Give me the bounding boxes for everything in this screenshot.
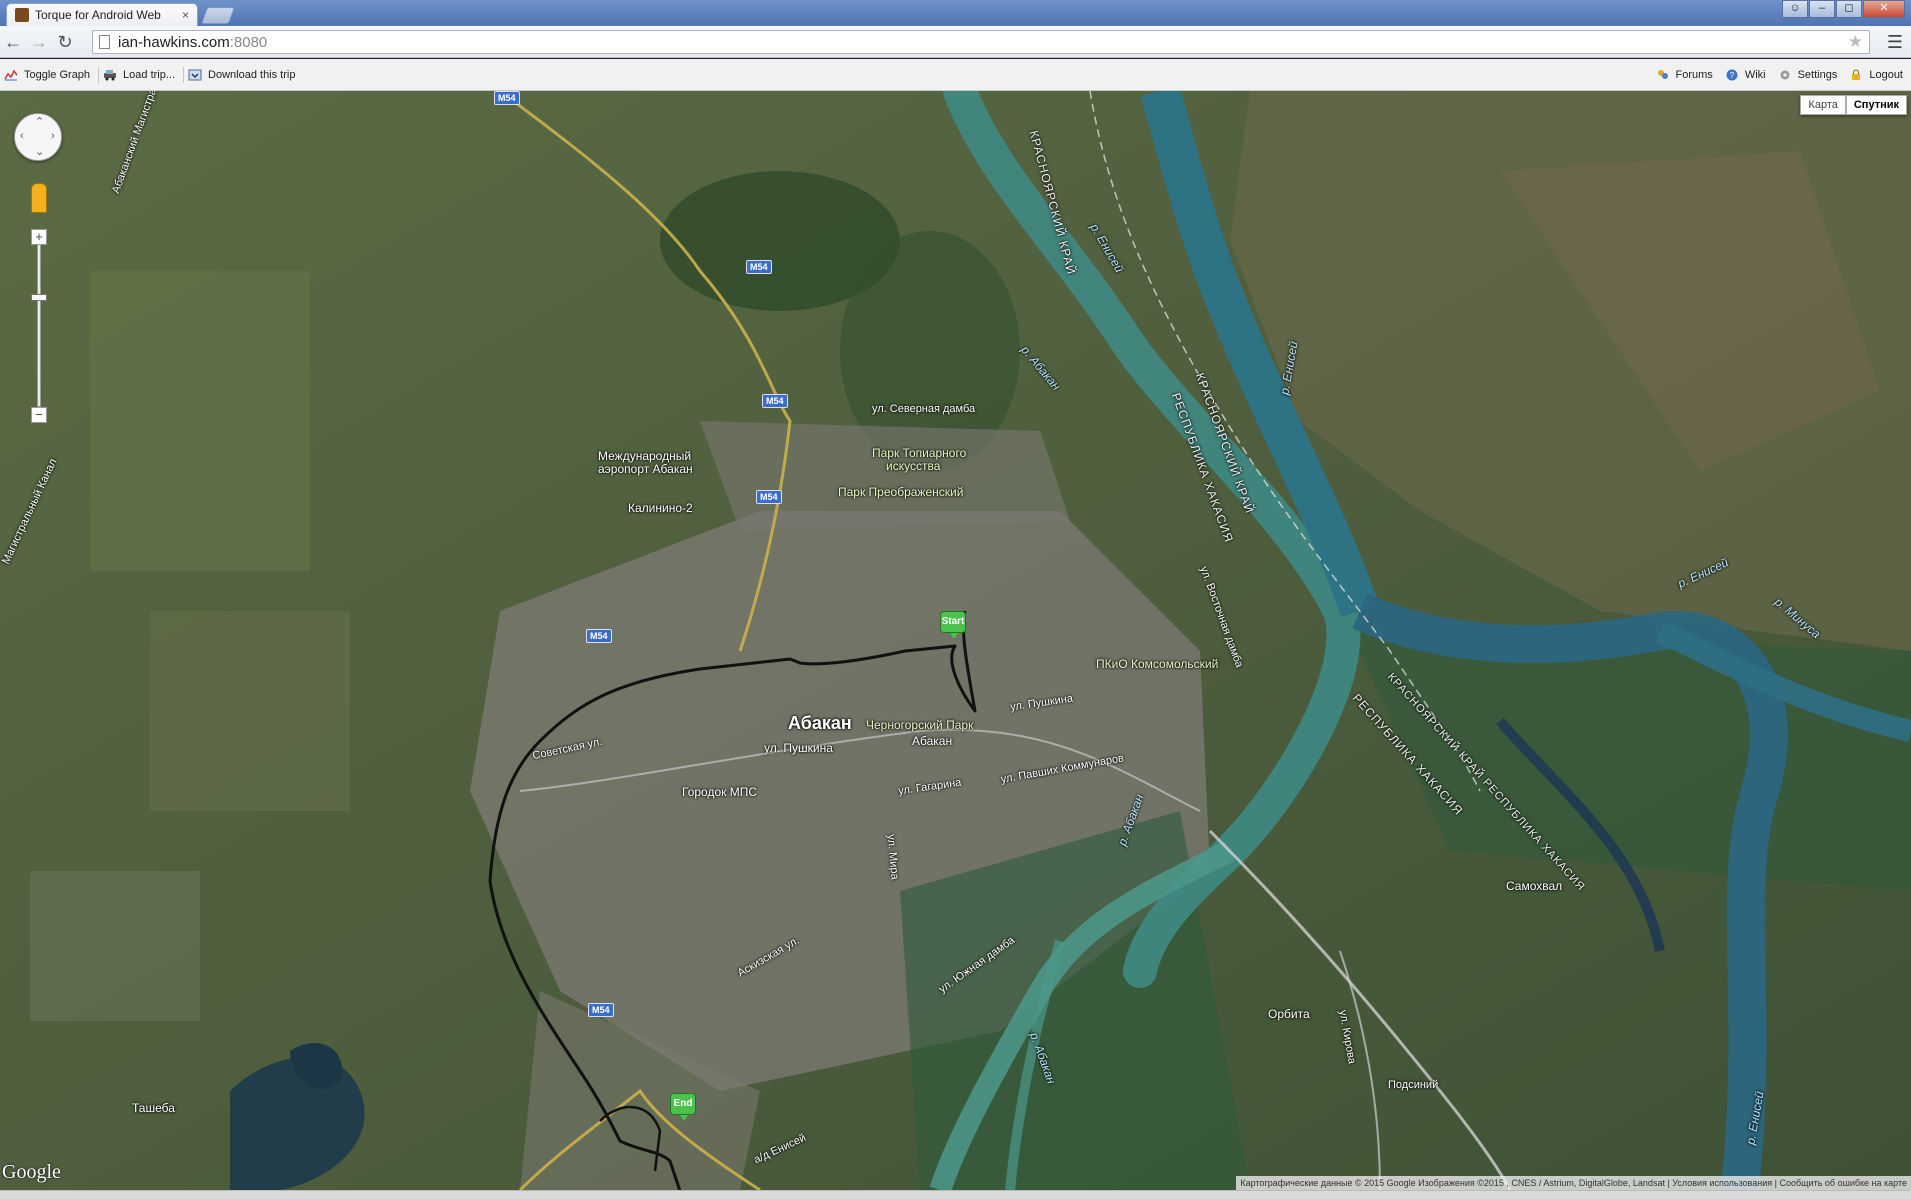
trip-start-marker[interactable]: Start (940, 611, 966, 639)
download-icon (188, 69, 202, 80)
city-label-abakan: Абакан (788, 713, 852, 733)
forums-label: Forums (1675, 69, 1713, 81)
m54-shield: M54 (756, 490, 782, 504)
google-logo[interactable]: Google (2, 1161, 61, 1184)
toolbar-right-group: Forums ? Wiki Settings Logout (1652, 59, 1911, 91)
logout-label: Logout (1869, 69, 1903, 81)
map-attribution[interactable]: Картографические данные © 2015 Google Из… (1236, 1176, 1911, 1190)
m54-shield: M54 (586, 629, 612, 643)
pan-down-icon[interactable]: ⌄ (35, 145, 44, 158)
url-host: ian-hawkins.com (118, 33, 230, 51)
svg-text:?: ? (1730, 71, 1735, 80)
browser-menu-icon[interactable]: ☰ (1887, 32, 1903, 53)
satellite-imagery (0, 91, 1911, 1190)
bookmark-star-icon[interactable]: ★ (1848, 32, 1863, 52)
pushkina-street-label-1: ул. Пушкина (764, 741, 833, 755)
car-icon (104, 69, 117, 80)
url-port: :8080 (229, 33, 268, 51)
settings-button[interactable]: Settings (1774, 64, 1846, 86)
park-preobrazhensky-label: Парк Преображенский (838, 485, 964, 499)
orbita-label: Орбита (1268, 1007, 1310, 1021)
download-trip-button[interactable]: Download this trip (184, 64, 303, 86)
map-type-map-button[interactable]: Карта (1800, 95, 1846, 115)
browser-titlebar: Torque for Android Web × ☺ – ◻ ✕ (0, 0, 1911, 26)
forums-button[interactable]: Forums (1652, 64, 1721, 86)
download-trip-label: Download this trip (208, 68, 296, 81)
close-window-icon[interactable]: ✕ (1863, 0, 1905, 18)
tasheba-label: Ташеба (132, 1101, 175, 1115)
trip-end-marker[interactable]: End (670, 1093, 696, 1121)
m54-shield: M54 (746, 260, 772, 274)
zoom-in-button[interactable]: + (31, 229, 47, 245)
reload-icon[interactable]: ↻ (52, 29, 78, 55)
address-bar-row: ← → ↻ ian-hawkins.com:8080 ★ ☰ (0, 26, 1911, 58)
airport-label-line1: Международный (598, 449, 692, 463)
page-icon (99, 35, 110, 49)
toggle-graph-button[interactable]: Toggle Graph (0, 64, 98, 86)
m54-shield: M54 (494, 91, 520, 105)
torque-favicon-icon (15, 8, 29, 22)
zoom-slider-track[interactable] (37, 237, 41, 407)
street-view-pegman-icon[interactable] (31, 183, 47, 213)
map-type-control: Карта Спутник (1800, 95, 1907, 115)
browser-statusbar (0, 1190, 1911, 1199)
m54-shield: M54 (588, 1003, 614, 1017)
load-trip-label: Load trip... (123, 68, 176, 81)
abakan-station-label: Абакан (912, 734, 953, 748)
forums-icon (1657, 70, 1668, 79)
kalinino-label: Калинино-2 (628, 501, 693, 515)
pkio-komsomolsky-label: ПКиО Комсомольский (1096, 657, 1219, 671)
pan-right-icon[interactable]: › (51, 130, 55, 142)
graph-icon (4, 69, 18, 80)
samokhval-label: Самохвал (1506, 879, 1563, 893)
tab-title: Torque for Android Web (35, 8, 161, 22)
tab-close-icon[interactable]: × (182, 8, 189, 22)
window-controls: ☺ – ◻ ✕ (1781, 0, 1905, 18)
wiki-button[interactable]: ? Wiki (1721, 64, 1774, 86)
zoom-out-button[interactable]: − (31, 407, 47, 423)
logout-button[interactable]: Logout (1845, 64, 1911, 86)
settings-label: Settings (1797, 69, 1838, 81)
podsiny-label: Подсиний (1388, 1079, 1439, 1091)
maximize-icon[interactable]: ◻ (1836, 0, 1862, 18)
park-topiar-label-line2: искусства (886, 459, 941, 473)
severnaya-damba-label: ул. Северная дамба (872, 403, 976, 415)
lock-icon (1852, 69, 1861, 80)
forward-arrow-icon[interactable]: → (26, 29, 52, 55)
map-canvas[interactable]: Абакан Международный аэропорт Абакан Кал… (0, 91, 1911, 1190)
map-type-satellite-button[interactable]: Спутник (1845, 95, 1907, 115)
url-input[interactable]: ian-hawkins.com:8080 ★ (92, 30, 1870, 54)
app-toolbar: Toggle Graph Load trip... Download this … (0, 59, 1911, 91)
gear-icon (1780, 70, 1790, 80)
pan-up-icon[interactable]: ⌃ (35, 115, 44, 128)
pan-left-icon[interactable]: ‹ (20, 130, 24, 142)
m54-shield: M54 (762, 394, 788, 408)
toggle-graph-label: Toggle Graph (24, 68, 91, 81)
load-trip-button[interactable]: Load trip... (99, 64, 183, 86)
wiki-label: Wiki (1744, 69, 1766, 81)
pan-control[interactable]: ⌃ ⌄ ‹ › (14, 113, 62, 161)
chernogorsky-park-label: Черногорский Парк (866, 718, 974, 732)
zoom-slider-thumb[interactable] (31, 294, 47, 301)
help-icon: ? (1726, 69, 1738, 81)
gorodok-mps-label: Городок МПС (682, 785, 757, 799)
back-arrow-icon[interactable]: ← (0, 29, 26, 55)
minimize-icon[interactable]: – (1809, 0, 1835, 18)
browser-tab[interactable]: Torque for Android Web × (6, 3, 198, 26)
park-topiar-label-line1: Парк Топиарного (872, 446, 967, 460)
airport-label-line2: аэропорт Абакан (598, 462, 693, 476)
new-tab-button[interactable] (200, 7, 236, 24)
user-icon[interactable]: ☺ (1782, 0, 1808, 18)
